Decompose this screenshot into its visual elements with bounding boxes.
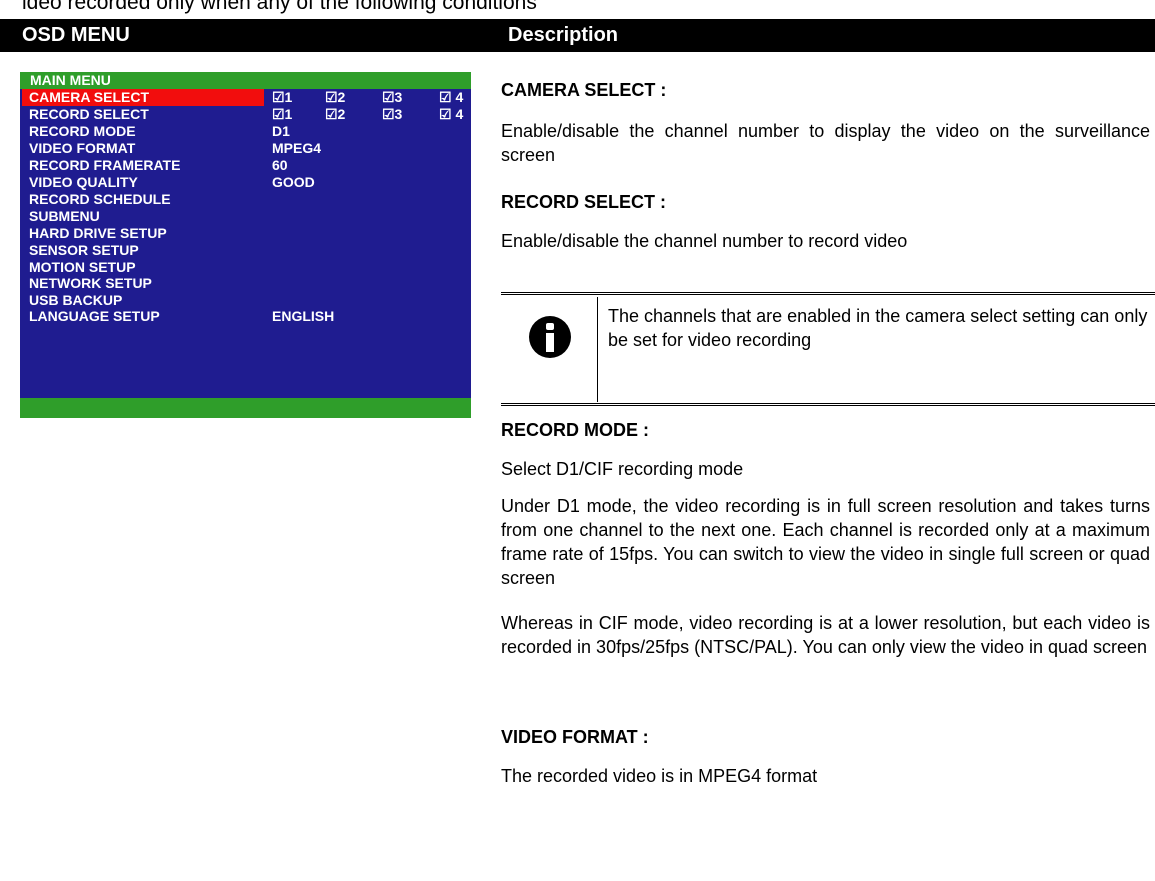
record-mode-text-2: Under D1 mode, the video recording is in… — [501, 496, 1150, 588]
osd-item-submenu[interactable]: SUBMENU — [20, 208, 471, 225]
osd-item-record-mode[interactable]: RECORD MODE D1 — [20, 123, 471, 140]
osd-item-label: SENSOR SETUP — [29, 242, 139, 258]
osd-bottom-bar — [20, 398, 471, 418]
osd-item-record-select[interactable]: RECORD SELECT ☑1 ☑2 ☑3 ☑ 4 — [20, 106, 471, 123]
video-format-heading: VIDEO FORMAT : — [501, 727, 649, 747]
camera-2-checkbox[interactable]: ☑2 — [325, 89, 345, 106]
info-icon — [529, 316, 571, 358]
note-divider — [597, 297, 598, 402]
osd-item-label: RECORD SCHEDULE — [29, 191, 171, 207]
osd-item-label: VIDEO QUALITY — [29, 174, 138, 190]
osd-item-label: CAMERA SELECT — [29, 89, 150, 105]
osd-item-label: LANGUAGE SETUP — [29, 308, 160, 324]
osd-item-record-framerate[interactable]: RECORD FRAMERATE 60 — [20, 157, 471, 174]
osd-item-value: MPEG4 — [272, 140, 322, 156]
record-4-checkbox[interactable]: ☑ 4 — [439, 106, 463, 123]
osd-item-hard-drive-setup[interactable]: HARD DRIVE SETUP — [20, 225, 471, 242]
osd-item-label: NETWORK SETUP — [29, 275, 152, 291]
camera-4-checkbox[interactable]: ☑ 4 — [439, 89, 463, 106]
osd-item-video-format[interactable]: VIDEO FORMAT MPEG4 — [20, 140, 471, 157]
osd-item-label: HARD DRIVE SETUP — [29, 225, 167, 241]
note-text: The channels that are enabled in the cam… — [608, 306, 1148, 350]
record-mode-text-3: Whereas in CIF mode, video recording is … — [501, 613, 1150, 657]
osd-item-label: RECORD SELECT — [29, 106, 149, 122]
osd-item-video-quality[interactable]: VIDEO QUALITY GOOD — [20, 174, 471, 191]
record-2-checkbox[interactable]: ☑2 — [325, 106, 345, 123]
osd-item-record-schedule[interactable]: RECORD SCHEDULE — [20, 191, 471, 208]
table-header: OSD MENU Description — [0, 19, 1155, 52]
record-select-text: Enable/disable the channel number to rec… — [501, 231, 908, 251]
camera-1-checkbox[interactable]: ☑1 — [272, 89, 292, 106]
note-bottom-rule — [501, 403, 1155, 406]
record-mode-heading: RECORD MODE : — [501, 420, 649, 440]
osd-item-label: SUBMENU — [29, 208, 100, 224]
video-format-text: The recorded video is in MPEG4 format — [501, 766, 818, 786]
osd-item-camera-select[interactable]: CAMERA SELECT ☑1 ☑2 ☑3 ☑ 4 — [20, 89, 471, 106]
note-box: The channels that are enabled in the cam… — [501, 292, 1155, 406]
osd-item-label: RECORD MODE — [29, 123, 136, 139]
osd-main-menu-panel: MAIN MENU CAMERA SELECT ☑1 ☑2 ☑3 ☑ 4 REC… — [20, 72, 471, 418]
osd-item-language-setup[interactable]: LANGUAGE SETUP ENGLISH — [20, 308, 471, 325]
camera-select-text: Enable/disable the channel number to dis… — [501, 121, 1150, 165]
header-osd-menu: OSD MENU — [22, 24, 130, 46]
camera-3-checkbox[interactable]: ☑3 — [382, 89, 402, 106]
camera-select-heading: CAMERA SELECT : — [501, 80, 667, 100]
osd-item-value: 60 — [272, 157, 288, 173]
osd-item-label: MOTION SETUP — [29, 259, 136, 275]
osd-item-value: D1 — [272, 123, 290, 139]
osd-item-value: GOOD — [272, 174, 315, 190]
note-top-rule — [501, 292, 1155, 295]
osd-menu-title: MAIN MENU — [30, 72, 111, 88]
record-mode-text-1: Select D1/CIF recording mode — [501, 459, 744, 479]
osd-item-label: USB BACKUP — [29, 292, 123, 308]
header-description: Description — [508, 24, 619, 46]
clipped-previous-line: ideo recorded only when any of the follo… — [22, 0, 537, 14]
osd-item-network-setup[interactable]: NETWORK SETUP — [20, 275, 471, 292]
osd-item-label: VIDEO FORMAT — [29, 140, 136, 156]
osd-item-motion-setup[interactable]: MOTION SETUP — [20, 259, 471, 276]
record-select-heading: RECORD SELECT : — [501, 192, 667, 212]
record-3-checkbox[interactable]: ☑3 — [382, 106, 402, 123]
record-1-checkbox[interactable]: ☑1 — [272, 106, 292, 123]
osd-item-label: RECORD FRAMERATE — [29, 157, 181, 173]
osd-item-value: ENGLISH — [272, 308, 335, 324]
osd-item-sensor-setup[interactable]: SENSOR SETUP — [20, 242, 471, 259]
osd-item-usb-backup[interactable]: USB BACKUP — [20, 292, 471, 309]
